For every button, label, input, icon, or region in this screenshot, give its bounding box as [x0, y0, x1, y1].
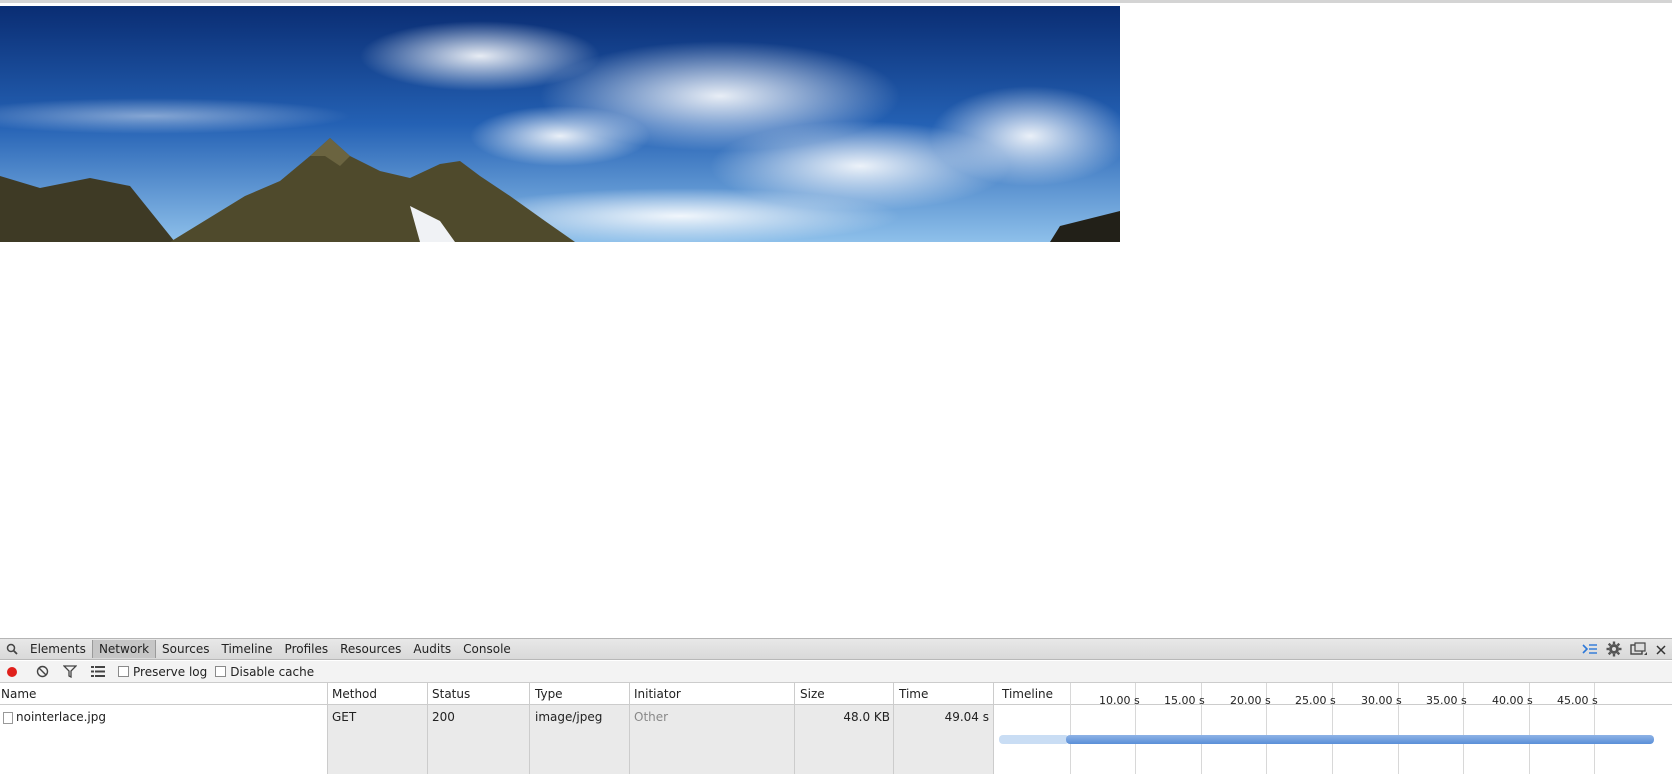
col-header-initiator[interactable]: Initiator [634, 687, 681, 701]
devtools-tabbar: Elements Network Sources Timeline Profil… [0, 639, 1672, 660]
col-header-method[interactable]: Method [332, 687, 377, 701]
timeline-receive-bar[interactable] [1066, 735, 1654, 744]
preserve-log-box[interactable] [118, 666, 129, 677]
preserve-log-checkbox[interactable]: Preserve log [118, 665, 207, 679]
dock-icon[interactable] [1630, 642, 1648, 659]
devtools-panel: Elements Network Sources Timeline Profil… [0, 638, 1672, 774]
clear-icon[interactable] [34, 664, 50, 680]
page-viewport [0, 0, 1672, 638]
tab-elements[interactable]: Elements [24, 640, 92, 658]
timeline-wait-bar[interactable] [999, 735, 1069, 744]
tab-audits[interactable]: Audits [407, 640, 457, 658]
tab-sources[interactable]: Sources [156, 640, 215, 658]
tab-console[interactable]: Console [457, 640, 517, 658]
request-initiator: Other [634, 710, 669, 724]
tab-resources[interactable]: Resources [334, 640, 407, 658]
console-drawer-icon[interactable] [1582, 642, 1598, 659]
gear-icon[interactable] [1606, 641, 1622, 660]
preserve-log-label: Preserve log [133, 664, 208, 679]
disable-cache-box[interactable] [215, 666, 227, 677]
devtools-window-controls [1582, 641, 1666, 660]
network-toolbar: Preserve log Disable cache [0, 661, 1672, 683]
table-row[interactable]: nointerlace.jpg GET 200 image/jpeg Other… [0, 705, 1672, 774]
request-type: image/jpeg [535, 710, 603, 724]
col-header-name[interactable]: Name [1, 687, 36, 701]
request-name[interactable]: nointerlace.jpg [16, 710, 106, 724]
request-size: 48.0 KB [843, 710, 890, 724]
col-header-timeline[interactable]: Timeline [1002, 687, 1053, 701]
tab-network[interactable]: Network [91, 640, 157, 658]
filter-icon[interactable] [62, 664, 78, 680]
network-request-table: Name Method Status Type Initiator Size T… [0, 683, 1672, 774]
col-header-size[interactable]: Size [800, 687, 825, 701]
disable-cache-label: Disable cache [230, 664, 315, 679]
record-icon[interactable] [4, 664, 20, 680]
disable-cache-checkbox[interactable]: Disable cache [215, 665, 314, 679]
col-header-type[interactable]: Type [535, 687, 563, 701]
tab-timeline[interactable]: Timeline [216, 640, 279, 658]
request-status: 200 [432, 710, 455, 724]
table-header: Name Method Status Type Initiator Size T… [0, 683, 1672, 705]
tab-profiles[interactable]: Profiles [279, 640, 335, 658]
request-time: 49.04 s [944, 710, 989, 724]
close-icon[interactable] [1656, 644, 1666, 658]
col-header-status[interactable]: Status [432, 687, 470, 701]
request-method: GET [332, 710, 357, 724]
mountain-landscape-image [0, 6, 1120, 242]
list-view-icon[interactable] [90, 664, 106, 680]
search-icon[interactable] [4, 641, 20, 657]
col-header-time[interactable]: Time [899, 687, 928, 701]
file-icon [3, 712, 13, 724]
